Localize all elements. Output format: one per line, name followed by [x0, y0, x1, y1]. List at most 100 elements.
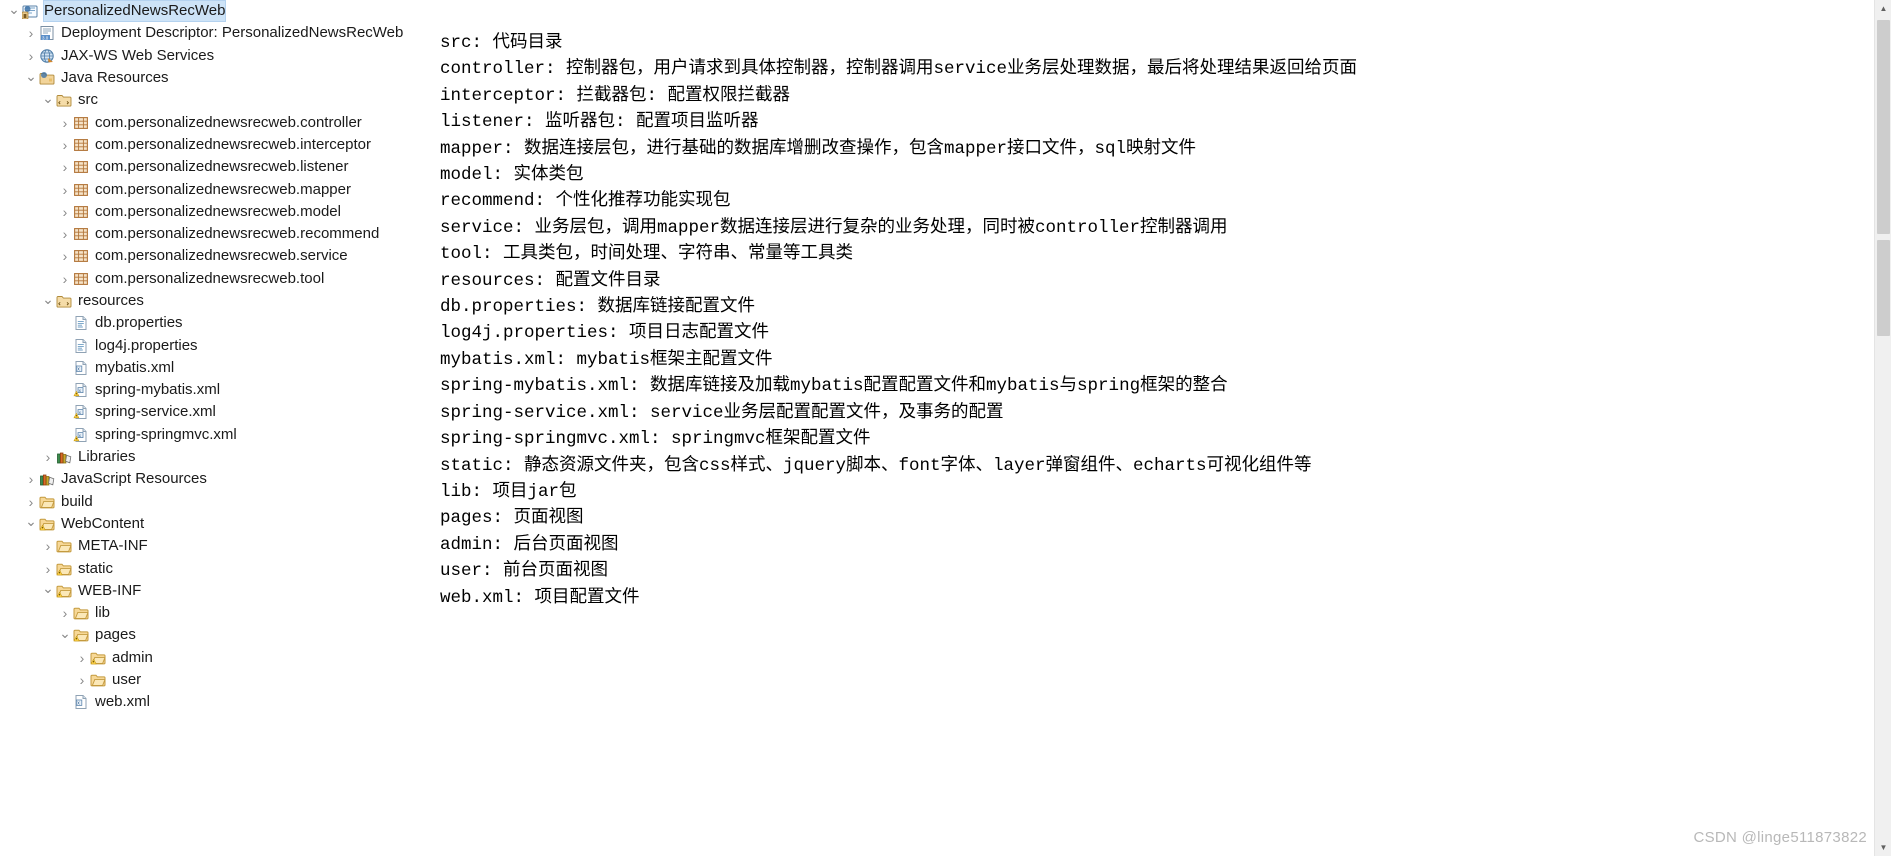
doc-line: controller: 控制器包，用户请求到具体控制器，控制器调用service… [440, 59, 1358, 80]
tree-item-com-personalizednewsrecweb-recommend[interactable]: › com.personalizednewsrecweb.recommend [0, 223, 432, 245]
project-explorer-tree[interactable]: ⌄ PersonalizedNewsRecWeb › 3.0 Deployment De… [0, 0, 432, 856]
doc-line: recommend: 个性化推荐功能实现包 [440, 191, 731, 212]
tree-item-com-personalizednewsrecweb-tool[interactable]: › com.personalizednewsrecweb.tool [0, 268, 432, 290]
xml-warning-file-icon: x [73, 404, 91, 420]
chevron-down-icon[interactable]: ⌄ [40, 292, 56, 309]
doc-line: resources: 配置文件目录 [440, 270, 661, 291]
tree-item-lib[interactable]: › lib [0, 602, 432, 624]
tree-item-mybatis-xml[interactable]: x mybatis.xml [0, 357, 432, 379]
chevron-down-icon[interactable]: ⌄ [40, 581, 56, 598]
xml-warning-file-icon: x [73, 427, 91, 443]
chevron-right-icon[interactable]: › [40, 539, 56, 553]
doc-line: db.properties: 数据库链接配置文件 [440, 297, 756, 318]
tree-item-label: admin [112, 648, 153, 666]
tree-item-java-resources[interactable]: ⌄ Java Resources [0, 67, 432, 89]
tree-item-label: JAX-WS Web Services [61, 46, 215, 64]
tree-item-label: db.properties [95, 314, 183, 332]
scrollbar-thumb-upper[interactable] [1877, 20, 1890, 234]
chevron-right-icon[interactable]: › [57, 205, 73, 219]
chevron-right-icon[interactable]: › [40, 450, 56, 464]
chevron-right-icon[interactable]: › [57, 272, 73, 286]
chevron-down-icon[interactable]: ⌄ [40, 91, 56, 108]
scroll-down-arrow-icon[interactable]: ▼ [1875, 839, 1891, 856]
chevron-right-icon[interactable]: › [74, 673, 90, 687]
chevron-right-icon[interactable]: › [57, 606, 73, 620]
tree-item-admin[interactable]: › admin [0, 647, 432, 669]
doc-line: static: 静态资源文件夹，包含css样式、jquery脚本、font字体、… [440, 455, 1312, 476]
tree-item-build[interactable]: › build [0, 491, 432, 513]
chevron-down-icon[interactable]: ⌄ [57, 626, 73, 643]
tree-item-label: com.personalizednewsrecweb.model [95, 202, 341, 220]
tree-item-static[interactable]: › static [0, 557, 432, 579]
doc-line: spring-springmvc.xml: springmvc框架配置文件 [440, 429, 871, 450]
tree-item-com-personalizednewsrecweb-service[interactable]: › com.personalizednewsrecweb.service [0, 245, 432, 267]
tree-item-label: lib [95, 604, 111, 622]
tree-item-label: com.personalizednewsrecweb.tool [95, 269, 325, 287]
tree-item-resources[interactable]: ⌄ resources [0, 290, 432, 312]
tree-item-db-properties[interactable]: db.properties [0, 312, 432, 334]
libraries-icon [39, 471, 57, 487]
tree-item-javascript-resources[interactable]: › JavaScript Resources [0, 468, 432, 490]
tree-item-com-personalizednewsrecweb-model[interactable]: › com.personalizednewsrecweb.model [0, 201, 432, 223]
tree-item-log4j-properties[interactable]: log4j.properties [0, 334, 432, 356]
chevron-down-icon[interactable]: ⌄ [23, 514, 39, 531]
tree-item-label: log4j.properties [95, 336, 198, 354]
csdn-watermark: CSDN @linge511873822 [1693, 829, 1867, 846]
tree-item-label: spring-mybatis.xml [95, 381, 221, 399]
chevron-right-icon[interactable]: › [23, 495, 39, 509]
tree-item-spring-springmvc-xml[interactable]: x spring-springmvc.xml [0, 424, 432, 446]
xml-file-icon: x [73, 360, 91, 376]
folder-icon [56, 538, 74, 554]
chevron-down-icon[interactable]: ⌄ [6, 2, 22, 19]
chevron-right-icon[interactable]: › [57, 138, 73, 152]
package-icon [73, 159, 91, 175]
java-resources-icon [39, 70, 57, 86]
package-icon [73, 226, 91, 242]
chevron-right-icon[interactable]: › [23, 26, 39, 40]
tree-item-com-personalizednewsrecweb-mapper[interactable]: › com.personalizednewsrecweb.mapper [0, 178, 432, 200]
tree-item-label: Deployment Descriptor: PersonalizedNewsR… [61, 24, 404, 42]
scrollbar-thumb-lower[interactable] [1877, 240, 1890, 336]
vertical-scrollbar[interactable]: ▲ ▼ [1874, 0, 1891, 856]
chevron-right-icon[interactable]: › [23, 49, 39, 63]
tree-item-spring-mybatis-xml[interactable]: x spring-mybatis.xml [0, 379, 432, 401]
tree-item-label: user [112, 671, 142, 689]
chevron-right-icon[interactable]: › [57, 227, 73, 241]
tree-item-jax-ws-web-services[interactable]: › JAX-WS Web Services [0, 45, 432, 67]
tree-item-com-personalizednewsrecweb-listener[interactable]: › com.personalizednewsrecweb.listener [0, 156, 432, 178]
tree-item-deployment-descriptor-personalizednewsrecweb[interactable]: › 3.0 Deployment Descriptor: PersonalizedN… [0, 22, 432, 44]
tree-item-web-xml[interactable]: x web.xml [0, 691, 432, 713]
chevron-right-icon[interactable]: › [57, 160, 73, 174]
tree-item-webcontent[interactable]: ⌄ WebContent [0, 513, 432, 535]
doc-line: src: 代码目录 [440, 33, 563, 53]
chevron-right-icon[interactable]: › [40, 562, 56, 576]
tree-item-label: com.personalizednewsrecweb.listener [95, 158, 349, 176]
tree-item-spring-service-xml[interactable]: x spring-service.xml [0, 401, 432, 423]
chevron-right-icon[interactable]: › [57, 183, 73, 197]
tree-item-label: spring-service.xml [95, 403, 216, 421]
chevron-right-icon[interactable]: › [57, 116, 73, 130]
jaxws-icon [39, 48, 57, 64]
chevron-right-icon[interactable]: › [23, 472, 39, 486]
chevron-right-icon[interactable]: › [74, 651, 90, 665]
tree-item-src[interactable]: ⌄ src [0, 89, 432, 111]
tree-item-libraries[interactable]: › Libraries [0, 446, 432, 468]
libraries-icon [56, 449, 74, 465]
tree-item-meta-inf[interactable]: › META-INF [0, 535, 432, 557]
tree-item-com-personalizednewsrecweb-interceptor[interactable]: › com.personalizednewsrecweb.interceptor [0, 134, 432, 156]
tree-item-personalizednewsrecweb[interactable]: ⌄ PersonalizedNewsRecWeb [0, 0, 432, 22]
folder-icon [73, 605, 91, 621]
tree-item-label: com.personalizednewsrecweb.controller [95, 113, 362, 131]
tree-item-user[interactable]: › user [0, 669, 432, 691]
doc-line: mapper: 数据连接层包，进行基础的数据库增删改查操作，包含mapper接口… [440, 138, 1197, 159]
scroll-up-arrow-icon[interactable]: ▲ [1875, 0, 1891, 17]
chevron-right-icon[interactable]: › [57, 249, 73, 263]
svg-text:3.0: 3.0 [42, 36, 49, 41]
doc-line: spring-service.xml: service业务层配置配置文件，及事务… [440, 402, 1004, 423]
tree-item-web-inf[interactable]: ⌄ WEB-INF [0, 580, 432, 602]
tree-item-pages[interactable]: ⌄ pages [0, 624, 432, 646]
doc-line: listener: 监听器包: 配置项目监听器 [440, 112, 759, 133]
tree-item-com-personalizednewsrecweb-controller[interactable]: › com.personalizednewsrecweb.controller [0, 111, 432, 133]
chevron-down-icon[interactable]: ⌄ [23, 69, 39, 86]
folder-icon [39, 494, 57, 510]
